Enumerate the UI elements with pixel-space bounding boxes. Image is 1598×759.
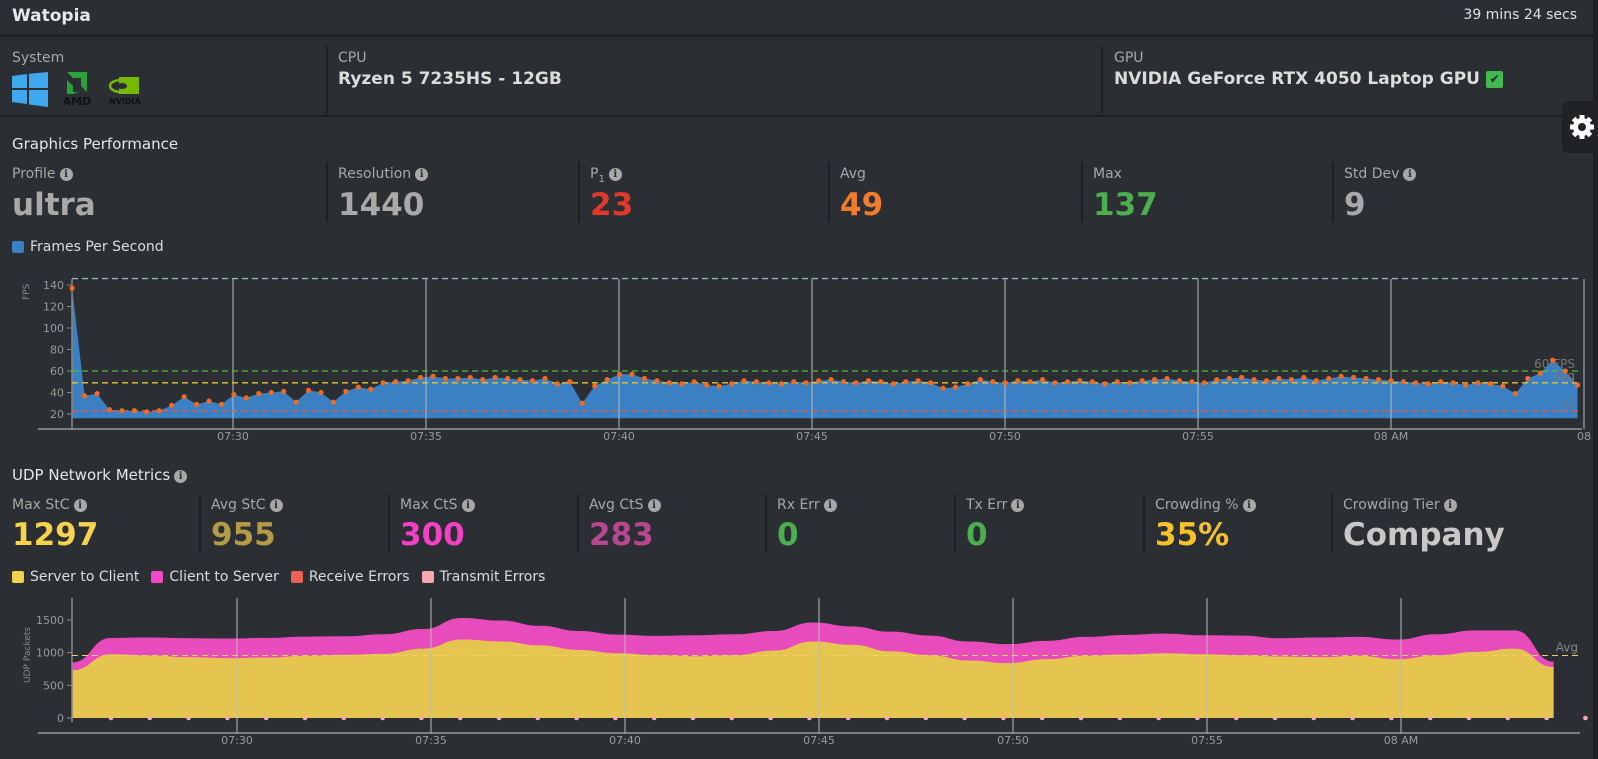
error-point — [613, 715, 618, 721]
x-tick-label: 07:55 — [1191, 734, 1223, 747]
y-tick-label: 500 — [43, 679, 64, 692]
y-tick-label: 1000 — [36, 647, 64, 660]
error-point — [457, 715, 463, 721]
error-point — [923, 715, 929, 721]
error-point — [147, 715, 153, 721]
x-tick-label: 07:50 — [997, 734, 1029, 747]
error-point — [419, 715, 424, 721]
error-point — [1078, 715, 1084, 721]
error-point — [1466, 715, 1472, 721]
error-point — [768, 715, 773, 721]
x-tick-label: 08 AM — [1384, 734, 1419, 747]
error-point — [225, 715, 230, 721]
error-point — [1156, 715, 1161, 721]
error-point — [962, 715, 967, 721]
error-point — [1311, 715, 1317, 721]
error-point — [1233, 715, 1239, 721]
x-tick-label: 07:30 — [221, 734, 253, 747]
error-point — [108, 715, 114, 721]
error-point — [807, 715, 812, 721]
error-point — [1427, 715, 1433, 721]
udp-chart: UDP Packets 0 500 1000 1500 07:30 07:35 07:40 07… — [23, 598, 1588, 747]
error-point — [1039, 715, 1045, 721]
avg-line-label: Avg — [1556, 641, 1578, 655]
error-point — [1389, 715, 1394, 721]
error-point — [535, 715, 541, 721]
error-point — [1195, 715, 1200, 721]
error-point — [1001, 715, 1006, 721]
y-tick-label: 0 — [57, 712, 64, 725]
error-point — [263, 715, 269, 721]
error-point — [1544, 715, 1549, 721]
error-point — [1117, 715, 1123, 721]
error-point — [729, 715, 735, 721]
error-point — [496, 715, 502, 721]
x-tick-label: 07:40 — [609, 734, 641, 747]
error-point — [1505, 715, 1511, 721]
y-axis-label: UDP Packets — [23, 627, 33, 683]
error-point — [1272, 715, 1278, 721]
error-point — [186, 715, 191, 721]
error-point — [341, 715, 347, 721]
error-point — [380, 715, 385, 721]
error-point — [845, 715, 851, 721]
error-point — [690, 715, 696, 721]
error-point — [302, 715, 308, 721]
y-tick-label: 1500 — [36, 614, 64, 627]
x-tick-label: 07:35 — [415, 734, 447, 747]
error-point — [574, 715, 579, 721]
error-point — [884, 715, 890, 721]
error-point — [651, 715, 657, 721]
x-tick-label: 07:45 — [803, 734, 835, 747]
error-point — [1350, 715, 1355, 721]
error-point — [1583, 715, 1588, 721]
